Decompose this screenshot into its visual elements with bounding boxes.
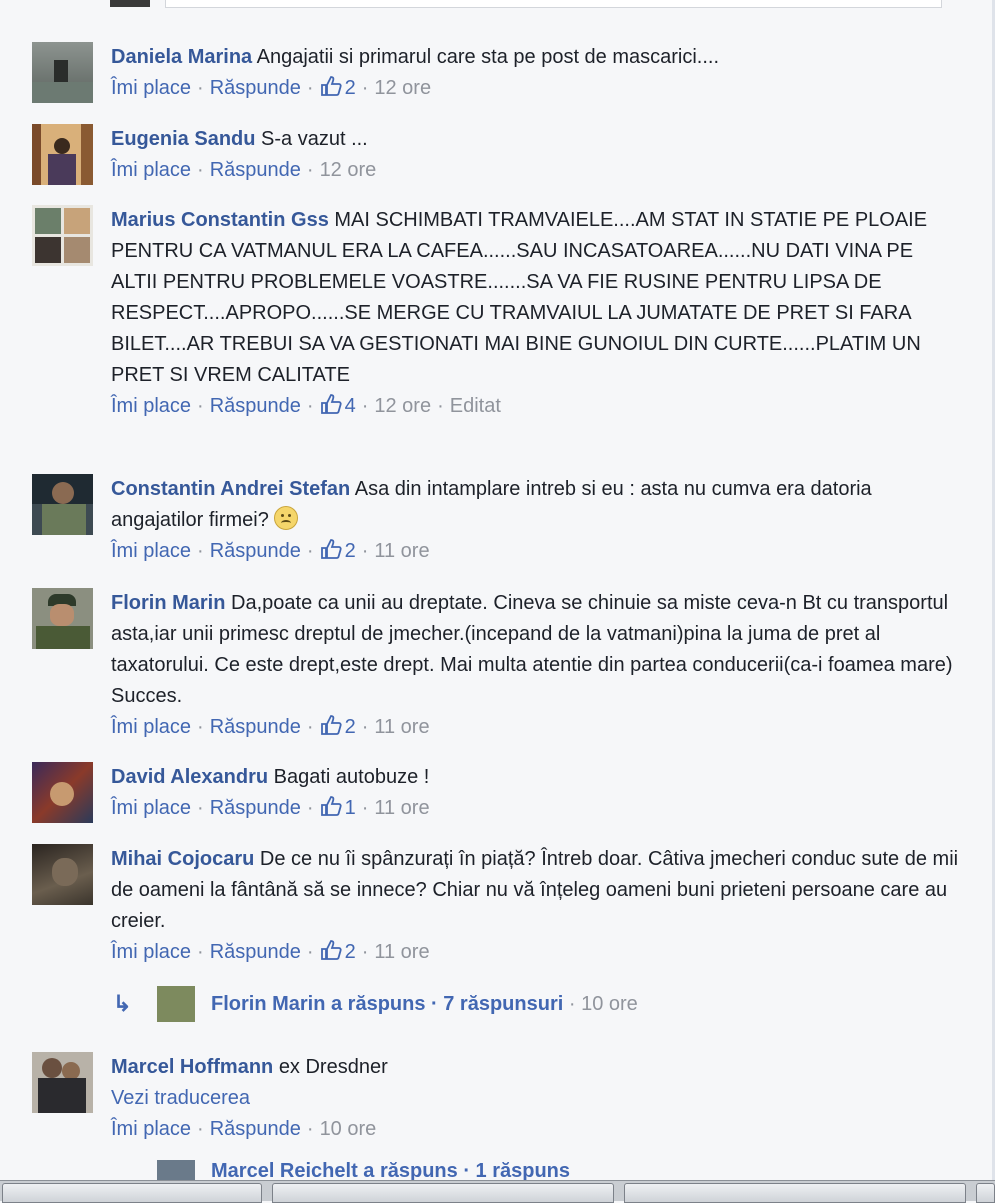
avatar[interactable] xyxy=(157,1160,195,1180)
comment-time[interactable]: 11 ore xyxy=(374,716,429,738)
comment-time[interactable]: 12 ore xyxy=(320,159,377,181)
comment-actions: Îmi place · Răspunde · 1 · 11 ore xyxy=(111,796,430,819)
comment-actions: Îmi place · Răspunde · 2 · 11 ore xyxy=(111,539,430,562)
comment-author[interactable]: Daniela Marina xyxy=(111,46,252,68)
comment-text: MAI SCHIMBATI TRAMVAIELE....AM STAT IN S… xyxy=(111,209,928,386)
avatar[interactable] xyxy=(32,762,93,823)
comment-text: Bagati autobuze ! xyxy=(273,766,430,788)
like-count[interactable]: 2 xyxy=(320,539,356,562)
taskbar xyxy=(0,1180,995,1203)
taskbar-button[interactable] xyxy=(976,1183,995,1203)
avatar[interactable] xyxy=(32,844,93,905)
like-link[interactable]: Îmi place xyxy=(111,716,191,738)
thumbs-up-icon xyxy=(320,76,342,96)
thumbs-up-icon xyxy=(320,715,342,735)
comment-author[interactable]: Marius Constantin Gss xyxy=(111,209,329,231)
comment-actions: Îmi place · Răspunde · 2 · 11 ore xyxy=(111,940,430,963)
avatar xyxy=(110,0,150,7)
like-link[interactable]: Îmi place xyxy=(111,1118,191,1140)
reply-link[interactable]: Răspunde xyxy=(210,77,301,99)
comment-author[interactable]: Florin Marin xyxy=(111,592,225,614)
comment-time[interactable]: 11 ore xyxy=(374,797,429,819)
like-count[interactable]: 2 xyxy=(320,715,356,738)
like-link[interactable]: Îmi place xyxy=(111,797,191,819)
taskbar-button[interactable] xyxy=(624,1183,966,1203)
comment-author[interactable]: Constantin Andrei Stefan xyxy=(111,478,350,500)
comment-author[interactable]: Marcel Hoffmann xyxy=(111,1056,273,1078)
avatar[interactable] xyxy=(32,42,93,103)
comment-actions: Îmi place · Răspunde · 10 ore xyxy=(111,1118,377,1140)
like-link[interactable]: Îmi place xyxy=(111,941,191,963)
reply-link[interactable]: Răspunde xyxy=(210,540,301,562)
reply-thread-time[interactable]: 10 ore xyxy=(581,993,638,1015)
frown-emoji-icon xyxy=(274,506,299,530)
comment-actions: Îmi place · Răspunde · 2 · 12 ore xyxy=(111,76,432,99)
avatar[interactable] xyxy=(32,124,93,185)
avatar[interactable] xyxy=(32,1052,93,1113)
reply-thread-text[interactable]: Marcel Reichelt a răspuns · 1 răspuns xyxy=(211,1160,570,1180)
thumbs-up-icon xyxy=(320,394,342,414)
reply-link[interactable]: Răspunde xyxy=(210,941,301,963)
comment-time[interactable]: 12 ore xyxy=(374,77,431,99)
comment-time[interactable]: 12 ore xyxy=(374,395,431,417)
like-count[interactable]: 2 xyxy=(320,940,356,963)
previous-comment-edge xyxy=(0,0,995,14)
like-link[interactable]: Îmi place xyxy=(111,77,191,99)
comment-actions: Îmi place · Răspunde · 4 · 12 ore · Editat xyxy=(111,394,501,417)
like-link[interactable]: Îmi place xyxy=(111,159,191,181)
reply-arrow-icon: ↳ xyxy=(113,991,132,1016)
comment-author[interactable]: Eugenia Sandu xyxy=(111,128,255,150)
reply-link[interactable]: Răspunde xyxy=(210,1118,301,1140)
see-translation-link[interactable]: Vezi traducerea xyxy=(111,1083,961,1114)
reply-link[interactable]: Răspunde xyxy=(210,797,301,819)
thumbs-up-icon xyxy=(320,940,342,960)
reply-link[interactable]: Răspunde xyxy=(210,159,301,181)
like-count[interactable]: 4 xyxy=(320,394,356,417)
comment-author[interactable]: David Alexandru xyxy=(111,766,268,788)
comment-time[interactable]: 11 ore xyxy=(374,941,429,963)
reply-thread-text[interactable]: Florin Marin a răspuns · 7 răspunsuri xyxy=(211,993,563,1015)
comment-input-box[interactable] xyxy=(165,0,942,8)
reply-link[interactable]: Răspunde xyxy=(210,716,301,738)
thumbs-up-icon xyxy=(320,796,342,816)
comment-actions: Îmi place · Răspunde · 2 · 11 ore xyxy=(111,715,430,738)
reply-thread-link-partial[interactable]: Marcel Reichelt a răspuns · 1 răspuns xyxy=(113,1160,570,1180)
comment-text: Angajatii si primarul care sta pe post d… xyxy=(256,46,720,68)
avatar[interactable] xyxy=(32,205,93,266)
comment-author[interactable]: Mihai Cojocaru xyxy=(111,848,254,870)
comment-text: Da,poate ca unii au dreptate. Cineva se … xyxy=(111,592,953,707)
comment-time[interactable]: 10 ore xyxy=(320,1118,377,1140)
avatar[interactable] xyxy=(157,986,195,1022)
thumbs-up-icon xyxy=(320,539,342,559)
taskbar-button[interactable] xyxy=(272,1183,614,1203)
reply-link[interactable]: Răspunde xyxy=(210,395,301,417)
avatar[interactable] xyxy=(32,588,93,649)
comment-text: ex Dresdner xyxy=(278,1056,388,1078)
taskbar-button[interactable] xyxy=(2,1183,262,1203)
like-link[interactable]: Îmi place xyxy=(111,395,191,417)
like-link[interactable]: Îmi place xyxy=(111,540,191,562)
like-count[interactable]: 1 xyxy=(320,796,356,819)
avatar[interactable] xyxy=(32,474,93,535)
like-count[interactable]: 2 xyxy=(320,76,356,99)
comment-time[interactable]: 11 ore xyxy=(374,540,429,562)
comment-actions: Îmi place · Răspunde · 12 ore xyxy=(111,159,377,181)
edited-label[interactable]: Editat xyxy=(450,395,501,417)
comment-text: S-a vazut ... xyxy=(261,128,368,150)
